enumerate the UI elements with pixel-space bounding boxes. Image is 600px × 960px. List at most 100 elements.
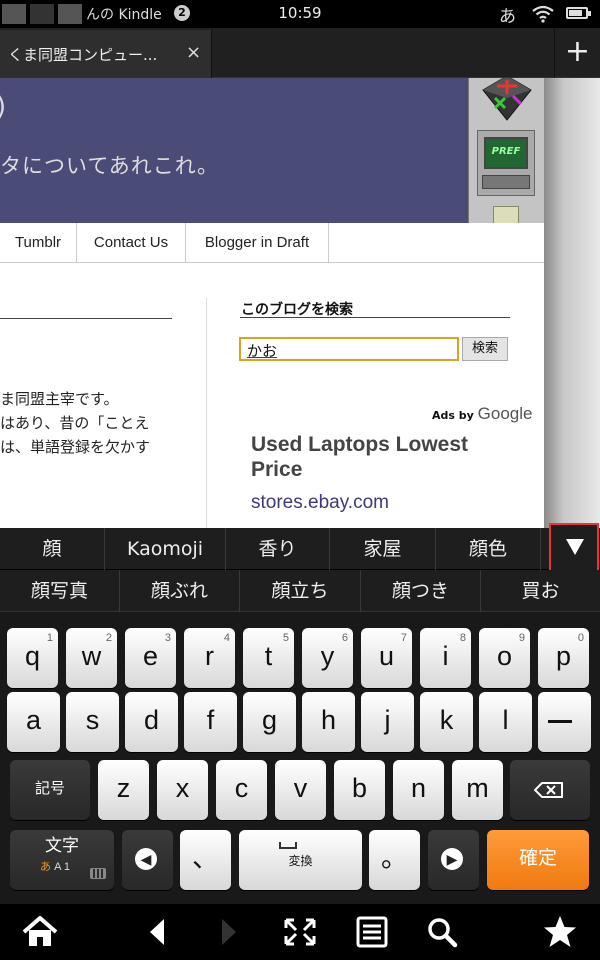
candidate-item[interactable]: 顔 — [0, 528, 105, 570]
key-j[interactable]: j — [361, 692, 414, 752]
key-g[interactable]: g — [243, 692, 296, 752]
candidate-item[interactable]: 顔立ち — [240, 570, 361, 612]
key-m[interactable]: m — [452, 760, 503, 820]
key-a[interactable]: a — [7, 692, 60, 752]
key-label: e — [142, 641, 159, 671]
fullscreen-icon[interactable] — [280, 914, 320, 950]
banner-icon-column: PREF — [468, 78, 544, 224]
key-h[interactable]: h — [302, 692, 355, 752]
nav-tab-contact-us[interactable]: Contact Us — [77, 223, 186, 263]
browser-tab[interactable]: くま同盟コンピュー... × — [0, 30, 212, 78]
key-label: w — [81, 641, 102, 671]
favorites-star-icon[interactable] — [540, 914, 580, 950]
ads-attribution[interactable]: Ads by Google — [432, 404, 532, 424]
key-s[interactable]: s — [66, 692, 119, 752]
blog-search-button[interactable]: 検索 — [462, 337, 508, 361]
key-cursor-right[interactable]: ▶ — [428, 830, 479, 890]
candidate-item[interactable]: 買お — [481, 570, 600, 612]
ad-url-link[interactable]: stores.ebay.com — [251, 492, 389, 514]
key-period[interactable]: 。 — [369, 830, 420, 890]
blog-banner: ) タについてあれこれ。 PREF — [0, 78, 544, 224]
nav-tab-tumblr[interactable]: Tumblr — [0, 223, 77, 263]
clock: 10:59 — [278, 4, 322, 22]
status-bar: んの Kindle 2 10:59 あ — [0, 0, 600, 28]
key-f[interactable]: f — [184, 692, 237, 752]
key-backspace[interactable] — [510, 760, 590, 820]
pref-base — [482, 175, 530, 189]
blog-search-input[interactable]: かお — [239, 337, 459, 361]
key-label: t — [264, 641, 273, 671]
key-d[interactable]: d — [125, 692, 178, 752]
key-label: q — [24, 641, 41, 671]
key-hint: 8 — [459, 632, 466, 644]
ime-mode-indicator: あ — [499, 7, 516, 27]
key-q[interactable]: q1 — [7, 628, 58, 688]
key-hint: 0 — [577, 632, 584, 644]
space-bar-icon — [279, 842, 297, 849]
key-k[interactable]: k — [420, 692, 473, 752]
key-e[interactable]: e3 — [125, 628, 176, 688]
ads-brand-label: Google — [477, 404, 533, 423]
key-r[interactable]: r4 — [184, 628, 235, 688]
new-tab-button[interactable]: + — [554, 28, 600, 78]
soft-keyboard: q1 w2 e3 r4 t5 y6 u7 i8 o9 p0 a s d f g … — [0, 612, 600, 904]
key-dash[interactable] — [538, 692, 591, 752]
key-space-convert[interactable]: 変換 — [239, 830, 362, 890]
key-hint: 3 — [164, 632, 171, 644]
key-symbols[interactable]: 記号 — [10, 760, 90, 820]
notification-badge[interactable]: 2 — [174, 5, 190, 21]
key-c[interactable]: c — [216, 760, 267, 820]
ad-headline-link[interactable]: Used Laptops Lowest Price — [251, 432, 511, 482]
key-u[interactable]: u7 — [361, 628, 412, 688]
key-i[interactable]: i8 — [420, 628, 471, 688]
key-o[interactable]: o9 — [479, 628, 530, 688]
blurred-name-block — [2, 4, 26, 24]
candidate-item[interactable]: 顔写真 — [0, 570, 120, 612]
blurred-name-block — [58, 4, 82, 24]
web-content[interactable]: ) タについてあれこれ。 PREF Tumblr Contact Us Blog… — [0, 78, 600, 528]
input-mode-sub: あ A 1 — [40, 860, 70, 874]
forward-icon[interactable] — [208, 914, 248, 950]
key-hint: 7 — [400, 632, 407, 644]
key-x[interactable]: x — [157, 760, 208, 820]
home-icon[interactable] — [20, 914, 60, 950]
key-hint: 4 — [223, 632, 230, 644]
key-p[interactable]: p0 — [538, 628, 589, 688]
banner-title-fragment: ) — [0, 92, 6, 122]
blurred-name-block — [30, 4, 54, 24]
search-icon[interactable] — [422, 914, 462, 950]
key-z[interactable]: z — [98, 760, 149, 820]
key-cursor-left[interactable]: ◀ — [122, 830, 173, 890]
post-text-line: ま同盟主宰です。 — [0, 390, 119, 408]
nav-tab-blogger-in-draft[interactable]: Blogger in Draft — [186, 223, 329, 263]
system-nav-bar — [0, 904, 600, 960]
key-v[interactable]: v — [275, 760, 326, 820]
key-l[interactable]: l — [479, 692, 532, 752]
candidate-item[interactable]: 顔色 — [436, 528, 541, 570]
key-y[interactable]: y6 — [302, 628, 353, 688]
menu-icon[interactable] — [352, 914, 392, 950]
expand-candidates-button[interactable] — [549, 523, 599, 574]
key-t[interactable]: t5 — [243, 628, 294, 688]
candidate-item[interactable]: 家屋 — [330, 528, 436, 570]
candidate-bar-primary: 顔 Kaomoji 香り 家屋 顔色 — [0, 528, 600, 570]
key-w[interactable]: w2 — [66, 628, 117, 688]
backspace-icon — [534, 782, 563, 798]
key-hint: 5 — [282, 632, 289, 644]
key-b[interactable]: b — [334, 760, 385, 820]
candidate-item[interactable]: 顔つき — [361, 570, 481, 612]
back-icon[interactable] — [138, 914, 178, 950]
key-n[interactable]: n — [393, 760, 444, 820]
blog-search-heading: このブログを検索 — [241, 302, 353, 318]
key-input-mode[interactable]: 文字 あ A 1 — [10, 830, 114, 890]
post-text-line: は、単語登録を欠かす — [0, 438, 151, 456]
candidate-item[interactable]: 香り — [226, 528, 330, 570]
close-tab-icon[interactable]: × — [186, 42, 201, 63]
cube-icon — [482, 78, 532, 121]
key-confirm[interactable]: 確定 — [487, 830, 589, 890]
column-divider — [206, 298, 207, 528]
candidate-item[interactable]: 顔ぶれ — [120, 570, 240, 612]
key-comma[interactable]: 、 — [180, 830, 231, 890]
battery-icon — [566, 7, 591, 19]
candidate-item[interactable]: Kaomoji — [105, 528, 226, 570]
